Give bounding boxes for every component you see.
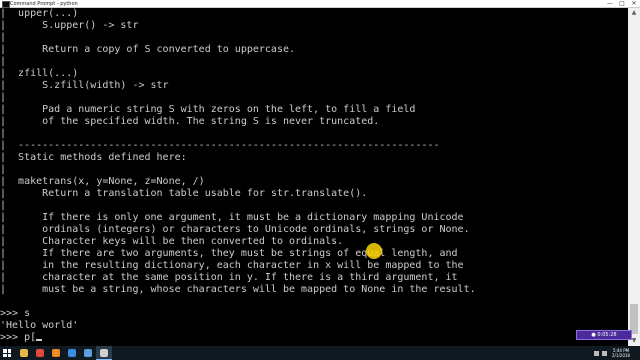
console-line: | Character keys will be then converted … — [0, 236, 344, 247]
console-line: | S.zfill(width) -> str — [0, 80, 169, 91]
taskbar-app-button[interactable] — [32, 346, 48, 360]
taskbar: 5:44 PM 2/1/2018 — [0, 346, 640, 360]
chrome-icon — [36, 349, 44, 357]
window-controls: — □ ✕ — [604, 0, 640, 8]
maximize-button[interactable]: □ — [616, 0, 628, 8]
taskbar-app-button[interactable] — [16, 346, 32, 360]
console-line: | Static methods defined here: — [0, 152, 187, 163]
clock-date: 2/1/2018 — [612, 353, 630, 358]
prompt-line: >>> p[ — [0, 332, 43, 344]
console-line: | upper(...) — [0, 8, 79, 19]
firefox-icon — [52, 349, 60, 357]
console-line: | maketrans(x, y=None, z=None, /) — [0, 176, 205, 187]
console-line: | Pad a numeric string S with zeros on t… — [0, 104, 416, 115]
taskbar-apps — [16, 346, 112, 360]
console-line: | zfill(...) — [0, 68, 79, 79]
taskbar-app-button[interactable] — [96, 346, 112, 360]
console-line: | in the resulting dictionary, each char… — [0, 260, 464, 271]
console-line: | Return a copy of S converted to upperc… — [0, 44, 296, 55]
console-line: | ordinals (integers) or characters to U… — [0, 224, 470, 235]
console-line: | If there is only one argument, it must… — [0, 212, 464, 223]
windows-start-icon[interactable] — [3, 349, 11, 357]
prompt-input[interactable]: >>> p[ — [0, 332, 36, 343]
close-button[interactable]: ✕ — [628, 0, 640, 8]
terminal-icon — [100, 349, 108, 357]
mail-icon — [84, 349, 92, 357]
taskbar-app-button[interactable] — [64, 346, 80, 360]
file-explorer-icon — [20, 349, 28, 357]
cmd-icon — [2, 1, 10, 8]
scroll-up-icon[interactable]: ▲ — [628, 8, 640, 18]
vertical-scrollbar[interactable]: ▲ ▼ — [628, 8, 640, 346]
console-line: | — [0, 200, 7, 211]
console-line: | --------------------------------------… — [0, 140, 440, 151]
text-cursor — [36, 339, 43, 341]
screen-recorder-widget[interactable]: ● 0:05:28 — [576, 330, 632, 340]
console-line: | If there are two arguments, they must … — [0, 248, 458, 259]
mouse-cursor-highlight — [366, 243, 382, 259]
minimize-button[interactable]: — — [604, 0, 616, 8]
taskbar-app-button[interactable] — [80, 346, 96, 360]
console-line: | — [0, 164, 7, 175]
console-line: | character at the same position in y. I… — [0, 272, 458, 283]
console-line: | S.upper() -> str — [0, 20, 139, 31]
console-line: | — [0, 56, 7, 67]
console-line: | Return a translation table usable for … — [0, 188, 368, 199]
console-output[interactable]: | upper(...) | S.upper() -> str | | Return … — [0, 8, 628, 346]
console-line: 'Hello world' — [0, 320, 79, 331]
clock[interactable]: 5:44 PM 2/1/2018 — [610, 348, 632, 358]
window-title: Command Prompt - python — [10, 1, 78, 7]
console-line: | — [0, 92, 7, 103]
console-line: | must be a string, whose characters wil… — [0, 284, 476, 295]
console-line: | — [0, 128, 7, 139]
volume-icon[interactable] — [602, 350, 607, 356]
console-line: >>> s — [0, 308, 31, 319]
console-line: | of the specified width. The string S i… — [0, 116, 380, 127]
taskbar-app-button[interactable] — [48, 346, 64, 360]
edge-icon — [68, 349, 76, 357]
network-icon[interactable] — [594, 350, 599, 356]
console-line: | — [0, 32, 7, 43]
title-bar: Command Prompt - python — □ ✕ — [0, 0, 640, 8]
system-tray: 5:44 PM 2/1/2018 — [594, 346, 632, 360]
